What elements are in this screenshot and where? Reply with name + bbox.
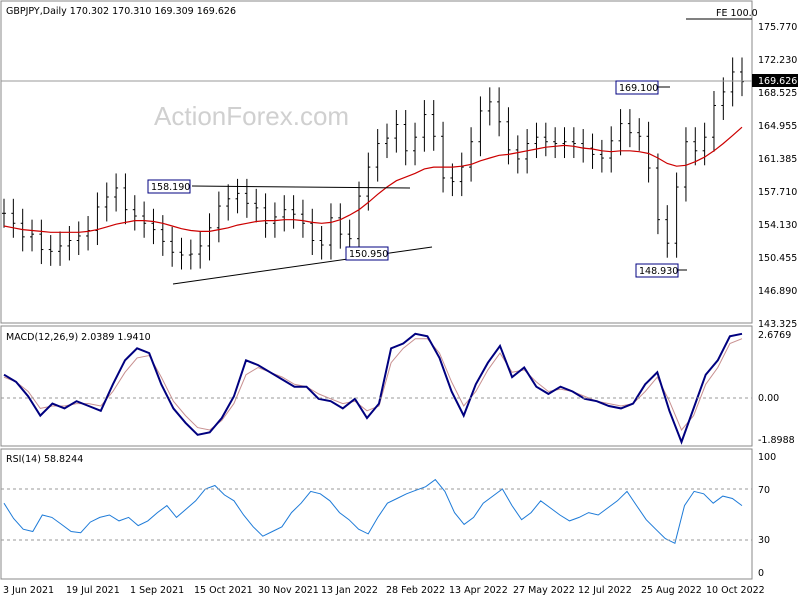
price-tick-label: 157.710 [758, 187, 797, 198]
x-tick-label: 25 Aug 2022 [641, 585, 702, 596]
macd-tick-label: -1.8988 [758, 435, 795, 446]
last-price-label: 169.626 [758, 76, 797, 87]
rsi-tick-label: 30 [758, 535, 770, 546]
x-tick-label: 1 Sep 2021 [130, 585, 184, 596]
x-tick-label: 30 Nov 2021 [258, 585, 319, 596]
price-tick-label: 164.955 [758, 121, 797, 132]
symbol-header: GBPJPY,Daily 170.302 170.310 169.309 169… [6, 6, 236, 17]
gbpjpy-chart: ActionForex.com GBPJPY,Daily 170.302 170… [0, 0, 798, 596]
svg-text:169.100: 169.100 [619, 83, 658, 94]
x-tick-label: 27 May 2022 [513, 585, 575, 596]
x-tick-label: 19 Jul 2021 [66, 585, 120, 596]
price-y-axis: 175.770 172.230 168.525 164.955 161.385 … [758, 22, 797, 330]
x-tick-label: 28 Feb 2022 [386, 585, 445, 596]
rsi-panel-frame [0, 448, 753, 580]
macd-title: MACD(12,26,9) 2.0389 1.9410 [6, 332, 151, 343]
price-tick-label: 172.230 [758, 55, 797, 66]
x-axis: 3 Jun 2021 19 Jul 2021 1 Sep 2021 15 Oct… [3, 585, 765, 596]
x-tick-label: 15 Oct 2021 [194, 585, 253, 596]
price-tick-label: 168.525 [758, 88, 797, 99]
macd-tick-label: 0.00 [758, 393, 779, 404]
rsi-title: RSI(14) 58.8244 [6, 454, 83, 465]
watermark: ActionForex.com [154, 101, 349, 131]
macd-tick-label: 2.6769 [758, 330, 791, 341]
rsi-tick-label: 70 [758, 485, 770, 496]
rsi-tick-label: 100 [758, 452, 776, 463]
label-150950: 150.950 [345, 246, 389, 261]
x-tick-label: 3 Jun 2021 [3, 585, 54, 596]
price-tick-label: 143.325 [758, 319, 797, 330]
x-tick-label: 10 Oct 2022 [706, 585, 765, 596]
svg-text:148.930: 148.930 [639, 266, 678, 277]
svg-text:150.950: 150.950 [349, 249, 388, 260]
price-tick-label: 154.130 [758, 220, 797, 231]
rsi-tick-label: 0 [758, 568, 764, 579]
x-tick-label: 13 Jan 2022 [321, 585, 378, 596]
price-tick-label: 161.385 [758, 154, 797, 165]
price-tick-label: 146.890 [758, 286, 797, 297]
x-tick-label: 13 Apr 2022 [449, 585, 508, 596]
svg-text:158.190: 158.190 [151, 182, 190, 193]
label-158190: 158.190 [147, 179, 191, 194]
price-tick-label: 150.455 [758, 253, 797, 264]
x-tick-label: 12 Jul 2022 [578, 585, 632, 596]
price-tick-label: 175.770 [758, 22, 797, 33]
macd-panel-frame [0, 325, 753, 447]
fe-label: FE 100.0 [716, 8, 758, 19]
